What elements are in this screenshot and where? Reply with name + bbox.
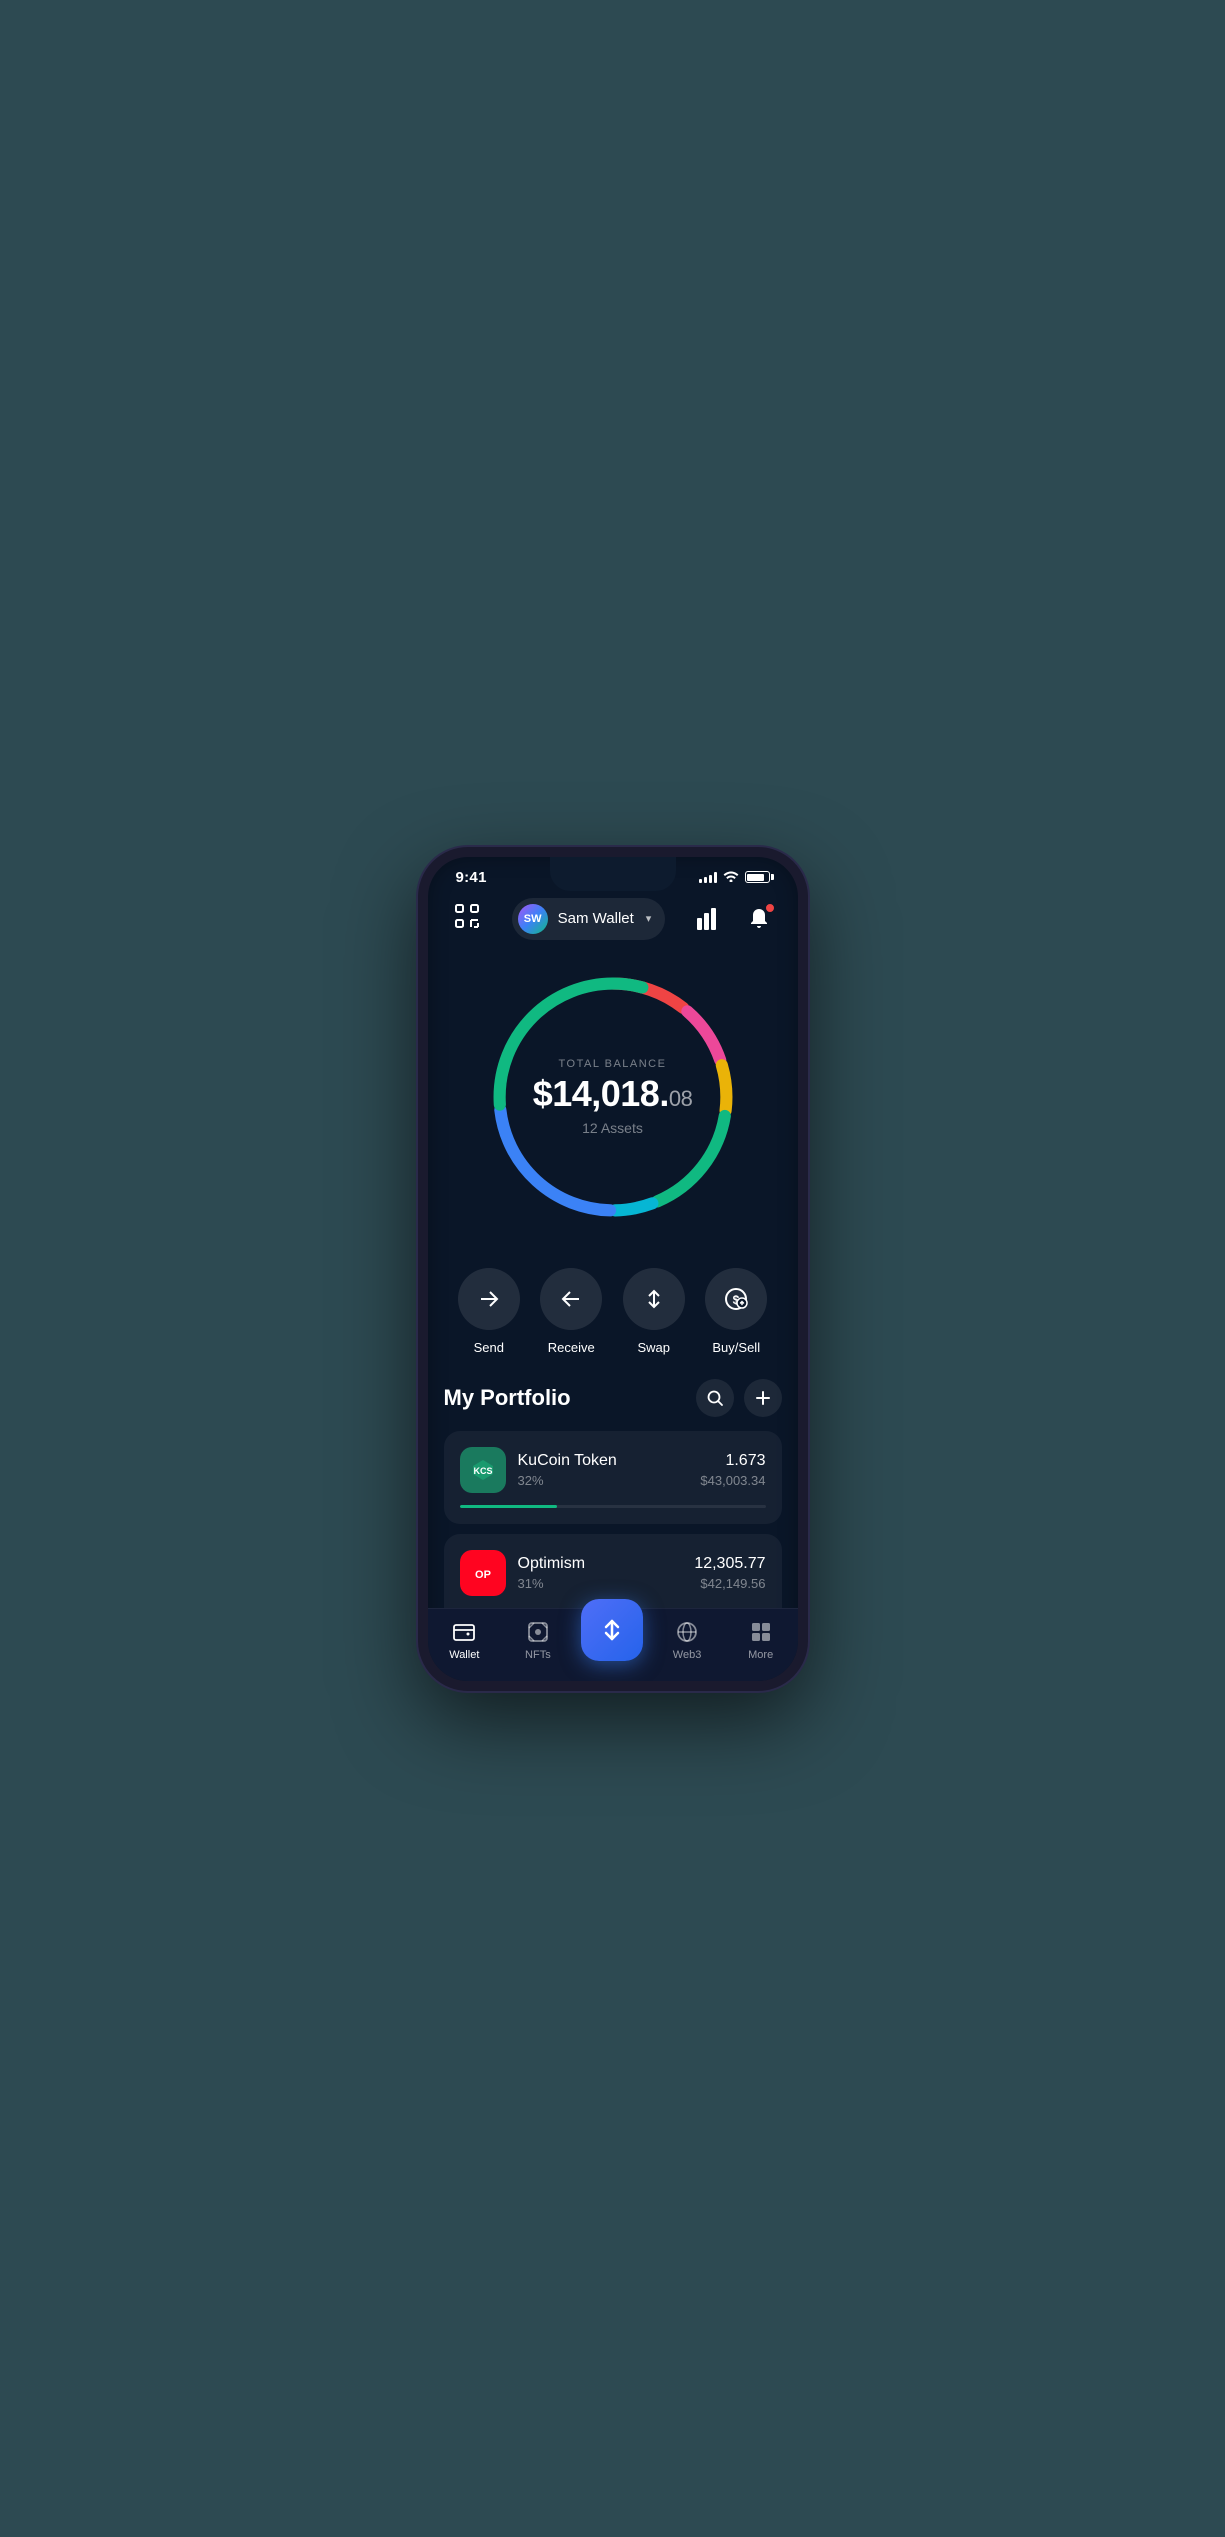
portfolio-section: My Portfolio	[428, 1379, 798, 1608]
buy-sell-button[interactable]: $ Buy/Sell	[705, 1268, 767, 1355]
receive-icon-circle	[540, 1268, 602, 1330]
asset-info-kucoin: KuCoin Token 32%	[518, 1452, 689, 1488]
kucoin-icon: KCS	[460, 1447, 506, 1493]
nav-wallet[interactable]: Wallet	[434, 1619, 494, 1661]
scan-button[interactable]	[448, 900, 486, 938]
balance-amount: $14,018.08	[523, 1076, 703, 1112]
status-icons	[699, 870, 770, 885]
svg-text:OP: OP	[475, 1569, 491, 1581]
header-right	[691, 901, 777, 937]
buy-sell-label: Buy/Sell	[712, 1340, 760, 1355]
signal-icon	[699, 871, 717, 883]
asset-pct-kucoin: 32%	[518, 1473, 689, 1488]
portfolio-header: My Portfolio	[444, 1379, 782, 1417]
asset-usd-kucoin: $43,003.34	[700, 1473, 765, 1488]
balance-assets: 12 Assets	[523, 1120, 703, 1136]
scan-icon	[453, 902, 481, 935]
bottom-nav: Wallet NFTs	[428, 1608, 798, 1681]
swap-label: Swap	[637, 1340, 670, 1355]
nav-center-button[interactable]	[581, 1599, 643, 1661]
asset-bar-kucoin	[460, 1505, 766, 1508]
avatar: SW	[518, 904, 548, 934]
asset-usd-optimism: $42,149.56	[694, 1576, 765, 1591]
status-time: 9:41	[456, 869, 487, 886]
nav-web3-label: Web3	[673, 1649, 702, 1661]
nav-nfts-label: NFTs	[525, 1649, 551, 1661]
nav-more[interactable]: More	[731, 1619, 791, 1661]
chart-button[interactable]	[691, 901, 727, 937]
more-nav-icon	[748, 1619, 774, 1645]
wallet-selector[interactable]: SW Sam Wallet ▾	[512, 898, 666, 940]
wallet-name: Sam Wallet	[558, 910, 634, 927]
nav-wallet-label: Wallet	[449, 1649, 479, 1661]
header: SW Sam Wallet ▾	[428, 890, 798, 952]
asset-name-kucoin: KuCoin Token	[518, 1452, 689, 1470]
balance-section: TOTAL BALANCE $14,018.08 12 Assets	[428, 952, 798, 1252]
notification-button[interactable]	[741, 901, 777, 937]
chevron-down-icon: ▾	[646, 912, 652, 925]
wallet-nav-icon	[451, 1619, 477, 1645]
web3-nav-icon	[674, 1619, 700, 1645]
asset-pct-optimism: 31%	[518, 1576, 683, 1591]
asset-row: KCS KuCoin Token 32% 1.673 $43,003.34	[460, 1447, 766, 1493]
swap-icon-circle	[623, 1268, 685, 1330]
receive-label: Receive	[548, 1340, 595, 1355]
asset-amount-optimism: 12,305.77	[694, 1555, 765, 1573]
asset-name-optimism: Optimism	[518, 1555, 683, 1573]
optimism-icon: OP	[460, 1550, 506, 1596]
balance-label: TOTAL BALANCE	[523, 1058, 703, 1070]
asset-bar-fill-kucoin	[460, 1505, 558, 1508]
buy-sell-icon-circle: $	[705, 1268, 767, 1330]
portfolio-title: My Portfolio	[444, 1385, 571, 1411]
notification-badge	[765, 903, 775, 913]
battery-icon	[745, 871, 770, 883]
receive-button[interactable]: Receive	[540, 1268, 602, 1355]
notch	[550, 857, 676, 891]
svg-text:KCS: KCS	[473, 1466, 492, 1476]
asset-card-optimism[interactable]: OP Optimism 31% 12,305.77 $42,149.56	[444, 1534, 782, 1608]
asset-info-optimism: Optimism 31%	[518, 1555, 683, 1591]
asset-values-optimism: 12,305.77 $42,149.56	[694, 1555, 765, 1591]
portfolio-actions	[696, 1379, 782, 1417]
nav-web3[interactable]: Web3	[657, 1619, 717, 1661]
send-button[interactable]: Send	[458, 1268, 520, 1355]
donut-chart: TOTAL BALANCE $14,018.08 12 Assets	[478, 962, 748, 1232]
asset-row-op: OP Optimism 31% 12,305.77 $42,149.56	[460, 1550, 766, 1596]
wifi-icon	[723, 870, 739, 885]
nfts-nav-icon	[525, 1619, 551, 1645]
nav-nfts[interactable]: NFTs	[508, 1619, 568, 1661]
balance-content: TOTAL BALANCE $14,018.08 12 Assets	[523, 1058, 703, 1136]
swap-button[interactable]: Swap	[623, 1268, 685, 1355]
asset-amount-kucoin: 1.673	[700, 1452, 765, 1470]
asset-card-kucoin[interactable]: KCS KuCoin Token 32% 1.673 $43,003.34	[444, 1431, 782, 1524]
portfolio-search-button[interactable]	[696, 1379, 734, 1417]
asset-values-kucoin: 1.673 $43,003.34	[700, 1452, 765, 1488]
action-buttons: Send Receive Swap	[428, 1252, 798, 1379]
send-icon-circle	[458, 1268, 520, 1330]
phone-frame: 9:41	[418, 847, 808, 1691]
send-label: Send	[474, 1340, 504, 1355]
nav-more-label: More	[748, 1649, 773, 1661]
portfolio-add-button[interactable]	[744, 1379, 782, 1417]
